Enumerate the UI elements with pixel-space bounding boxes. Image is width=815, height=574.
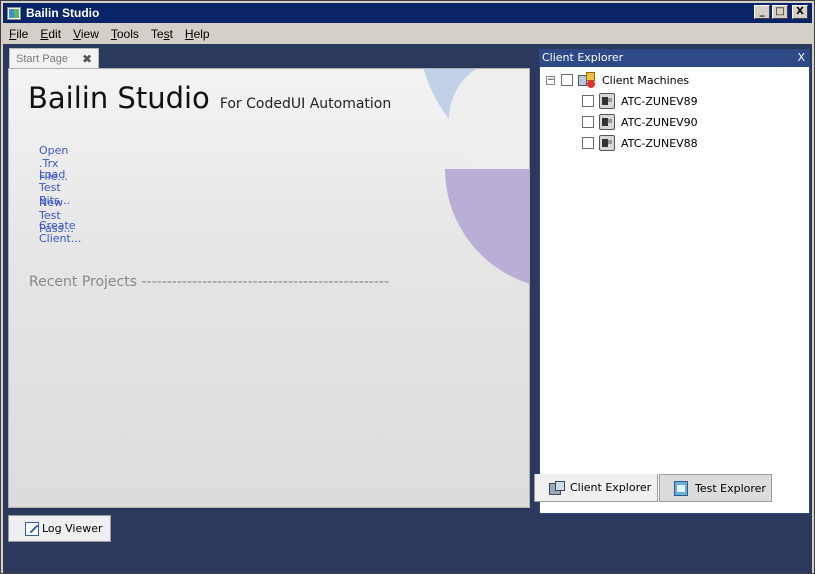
decorative-shape-mask xyxy=(449,69,529,179)
menu-help[interactable]: Help xyxy=(183,26,212,42)
menu-test[interactable]: Test xyxy=(149,26,175,42)
page-title: Bailin Studio xyxy=(28,81,210,115)
client-explorer-icon xyxy=(549,480,565,495)
log-viewer-icon xyxy=(25,521,39,536)
machine-checkbox[interactable] xyxy=(582,116,594,128)
tree-machine-row[interactable]: ATC-ZUNEV89 xyxy=(582,92,698,110)
close-button[interactable]: X xyxy=(792,5,808,19)
minimize-button[interactable]: _ xyxy=(754,5,770,19)
panel-tab-strip: Client Explorer Test Explorer xyxy=(534,474,812,504)
collapse-icon[interactable]: − xyxy=(546,75,555,85)
tab-client-explorer-label: Client Explorer xyxy=(570,481,652,494)
app-window: Bailin Studio _ □ X File Edit View Tools… xyxy=(0,0,815,574)
menu-bar: File Edit View Tools Test Help xyxy=(3,24,812,44)
machine-checkbox[interactable] xyxy=(582,137,594,149)
machine-icon xyxy=(599,114,615,130)
tab-test-explorer[interactable]: Test Explorer xyxy=(659,474,772,502)
create-client-link[interactable]: Create Client... xyxy=(39,219,81,245)
menu-edit[interactable]: Edit xyxy=(38,26,63,42)
menu-view[interactable]: View xyxy=(71,26,101,42)
panel-close-icon[interactable]: X xyxy=(797,51,805,64)
machine-label: ATC-ZUNEV90 xyxy=(621,115,698,129)
tab-client-explorer[interactable]: Client Explorer xyxy=(534,474,658,502)
new-test-pass-link[interactable]: New Test Pass... xyxy=(39,196,74,235)
menu-file[interactable]: File xyxy=(7,26,30,42)
menu-tools[interactable]: Tools xyxy=(109,26,141,42)
machine-icon xyxy=(599,135,615,151)
load-test-bits-link[interactable]: Load Test Bits... xyxy=(39,168,70,207)
start-page: Bailin Studio For CodedUI Automation Ope… xyxy=(8,68,530,508)
tab-test-explorer-label: Test Explorer xyxy=(695,481,766,495)
page-subtitle: For CodedUI Automation xyxy=(219,96,392,112)
open-trx-link[interactable]: Open .Trx File... xyxy=(39,144,68,183)
tab-close-icon[interactable]: ✖ xyxy=(82,52,92,66)
machine-icon xyxy=(599,93,615,109)
root-checkbox[interactable] xyxy=(561,74,573,86)
panel-title: Client Explorer xyxy=(542,51,624,64)
test-explorer-icon xyxy=(674,480,688,496)
maximize-button[interactable]: □ xyxy=(772,5,788,19)
machine-label: ATC-ZUNEV89 xyxy=(621,94,698,108)
tree-root-row[interactable]: − Client Machines xyxy=(546,71,689,89)
log-viewer-button[interactable]: Log Viewer xyxy=(8,515,111,542)
machine-checkbox[interactable] xyxy=(582,95,594,107)
panel-header: Client Explorer X xyxy=(539,49,810,66)
client-machines-icon xyxy=(578,72,596,88)
title-bar[interactable]: Bailin Studio _ □ X xyxy=(3,3,812,23)
app-icon xyxy=(7,6,21,20)
log-viewer-label: Log Viewer xyxy=(42,522,103,535)
tree-machine-row[interactable]: ATC-ZUNEV88 xyxy=(582,134,698,152)
tab-start-page[interactable]: Start Page ✖ xyxy=(9,48,99,69)
client-tree: − Client Machines ATC-ZUNEV89 ATC-ZUNEV9… xyxy=(539,66,810,514)
window-title: Bailin Studio xyxy=(26,6,100,20)
recent-projects-heading: Recent Projects ------------------------… xyxy=(29,274,390,290)
tab-start-page-label: Start Page xyxy=(16,53,68,65)
machine-label: ATC-ZUNEV88 xyxy=(621,136,698,150)
tree-root-label: Client Machines xyxy=(602,73,690,87)
decorative-shape xyxy=(445,169,529,289)
client-explorer-panel: Client Explorer X − Client Machines ATC-… xyxy=(534,44,812,544)
page-heading: Bailin Studio For CodedUI Automation xyxy=(28,81,391,115)
tree-machine-row[interactable]: ATC-ZUNEV90 xyxy=(582,113,698,131)
